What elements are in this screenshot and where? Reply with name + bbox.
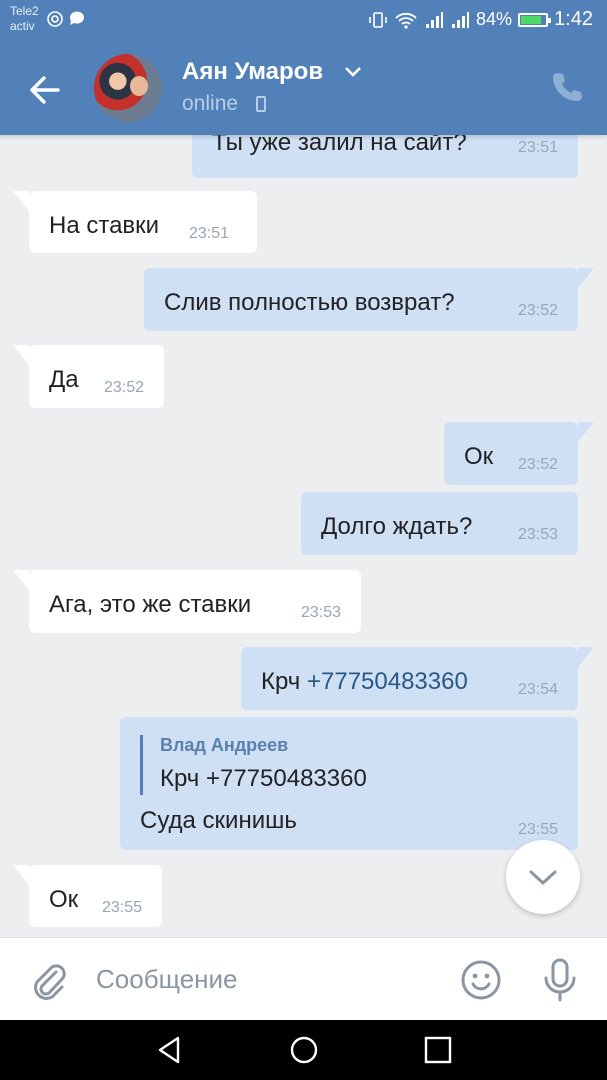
message-composer: Сообщение (0, 937, 607, 1020)
message-bubble[interactable]: Ок 23:55 (13, 865, 162, 927)
message-text: Крч +77750483360 (261, 668, 468, 696)
message-input[interactable]: Сообщение (96, 964, 238, 995)
message-text: Ага, это же ставки (49, 591, 252, 618)
message-bubble[interactable]: Ага, это же ставки 23:53 (13, 570, 361, 633)
message-time: 23:54 (517, 681, 558, 698)
signal-icon-2 (452, 11, 470, 28)
carrier-name: Tele2 (10, 4, 39, 18)
reply-quote-bar (140, 735, 143, 795)
paperclip-icon[interactable] (28, 958, 68, 1002)
message-time: 23:52 (103, 379, 144, 396)
bubble-tail (13, 865, 29, 885)
bubble-tail (13, 345, 29, 365)
message-text: Ок (49, 886, 79, 913)
bubble-tail (578, 647, 594, 667)
emoji-icon[interactable] (460, 959, 502, 1001)
wifi-icon (395, 12, 417, 29)
message-bubble[interactable]: Ты уже залил на сайт? 23:51 (192, 135, 578, 178)
system-nav-bar (0, 1020, 607, 1080)
status-bar: Tele2 activ 84% 1:42 (0, 0, 607, 44)
nav-back-icon[interactable] (154, 1034, 186, 1066)
message-time: 23:51 (189, 225, 230, 242)
message-text: Слив полностью возврат? (164, 289, 455, 316)
message-list[interactable]: Ты уже залил на сайт? 23:51 На ставки 23… (0, 135, 607, 937)
bubble-tail (13, 570, 29, 590)
mobile-device-icon (256, 96, 266, 112)
battery-icon (518, 12, 552, 27)
avatar[interactable] (94, 54, 162, 122)
presence-status: online (182, 92, 239, 115)
clock: 1:42 (554, 8, 593, 30)
message-bubble[interactable]: На ставки 23:51 (13, 191, 257, 253)
contact-name[interactable]: Аян Умаров (182, 58, 323, 86)
message-text: Ты уже залил на сайт? (212, 135, 467, 156)
nav-recents-icon[interactable] (422, 1034, 454, 1066)
message-bubble[interactable]: Крч +77750483360 23:54 (241, 647, 594, 710)
reply-author[interactable]: Влад Андреев (160, 735, 288, 756)
message-text: Долго ждать? (321, 513, 473, 540)
at-icon (47, 11, 63, 27)
message-bubble[interactable]: Долго ждать? 23:53 (301, 492, 578, 555)
message-time: 23:53 (517, 526, 558, 543)
nav-home-icon[interactable] (288, 1034, 320, 1066)
battery-percent: 84% (476, 9, 513, 29)
notification-icons (46, 10, 86, 28)
message-time: 23:55 (517, 821, 558, 838)
message-bubble[interactable]: Да 23:52 (13, 345, 164, 408)
vibrate-icon (369, 11, 387, 28)
reply-quote-text: Крч +77750483360 (160, 765, 367, 792)
microphone-icon[interactable] (540, 956, 580, 1004)
system-indicators: 84% 1:42 (368, 8, 593, 31)
message-text-prefix: Крч (261, 668, 307, 695)
bubble-tail (578, 268, 594, 288)
message-time: 23:52 (517, 302, 558, 319)
chevron-down-icon[interactable] (344, 66, 362, 78)
message-time: 23:51 (517, 139, 558, 156)
bubble-tail (13, 191, 29, 211)
phone-call-icon[interactable] (550, 70, 584, 104)
message-text: Ок (464, 443, 494, 470)
message-text: Да (49, 366, 79, 393)
message-text: Суда скинишь (140, 807, 297, 834)
carrier-plan: activ (10, 19, 35, 33)
scroll-to-bottom-button[interactable] (506, 840, 580, 914)
phone-link[interactable]: +77750483360 (307, 668, 468, 695)
message-time: 23:55 (101, 899, 142, 916)
message-time: 23:53 (300, 604, 341, 621)
message-text: На ставки (49, 212, 160, 239)
message-bubble[interactable]: Ок 23:52 (444, 422, 594, 485)
chevron-down-icon (529, 870, 557, 885)
message-time: 23:52 (517, 456, 558, 473)
chat-header: Аян Умаров online (0, 44, 607, 135)
message-bubble-reply[interactable]: Влад Андреев Крч +77750483360 Суда скини… (120, 717, 578, 850)
carrier-label: Tele2 activ (10, 4, 39, 34)
signal-icon (426, 11, 444, 28)
message-bubble[interactable]: Слив полностью возврат? 23:52 (144, 268, 594, 331)
bubble-tail (578, 422, 594, 442)
chat-bubble-icon (69, 11, 84, 25)
back-arrow-icon[interactable] (24, 70, 68, 110)
